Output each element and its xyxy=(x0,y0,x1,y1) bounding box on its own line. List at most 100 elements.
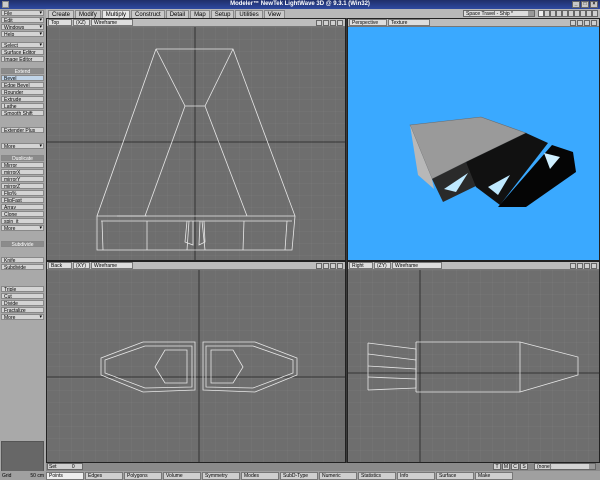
move-icon[interactable] xyxy=(570,20,576,26)
maximize-view-icon[interactable] xyxy=(337,263,343,269)
maximize-view-icon[interactable] xyxy=(591,20,597,26)
layer-button-10[interactable] xyxy=(592,10,598,17)
more-menu-subdivide[interactable]: More xyxy=(1,314,44,320)
divide-button[interactable]: Divide xyxy=(1,300,44,306)
statistics-button[interactable]: Statistics xyxy=(358,471,396,480)
tab-multiply[interactable]: Multiply xyxy=(101,9,131,18)
flip-percent-button[interactable]: Flip% xyxy=(1,190,44,196)
scene-select[interactable]: Space Travel - Ship * xyxy=(463,10,535,17)
knife-button[interactable]: Knife xyxy=(1,257,44,263)
maximize-view-icon[interactable] xyxy=(591,263,597,269)
bevel-button[interactable]: Bevel xyxy=(1,75,44,81)
rotate-icon[interactable] xyxy=(577,20,583,26)
viewport-back[interactable]: Back (XY) Wireframe xyxy=(46,261,346,463)
tab-modify[interactable]: Modify xyxy=(75,9,101,18)
points-mode-button[interactable]: Points xyxy=(46,471,84,480)
clone-button[interactable]: Clone xyxy=(1,211,44,217)
vmap-t-button[interactable]: T xyxy=(493,463,501,470)
edge-bevel-button[interactable]: Edge Bevel xyxy=(1,82,44,88)
view-select[interactable]: Top xyxy=(48,19,72,26)
edges-mode-button[interactable]: Edges xyxy=(85,471,123,480)
view-select[interactable]: Perspective xyxy=(349,19,387,26)
fractalize-button[interactable]: Fractalize xyxy=(1,307,44,313)
triple-button[interactable]: Triple xyxy=(1,286,44,292)
image-editor-button[interactable]: Image Editor xyxy=(1,56,44,62)
volume-button[interactable]: Volume xyxy=(163,471,201,480)
maximize-icon[interactable]: □ xyxy=(581,1,589,8)
tab-construct[interactable]: Construct xyxy=(131,9,165,18)
viewport-right[interactable]: Right (ZY) Wireframe xyxy=(347,261,600,463)
tab-utilities[interactable]: Utilities xyxy=(235,9,263,18)
left-toolbar: File Edit Windows Help Select Surface Ed… xyxy=(0,9,46,476)
spin-it-button[interactable]: spin_it xyxy=(1,218,44,224)
surface-editor-button[interactable]: Surface Editor xyxy=(1,49,44,55)
vmap-m-button[interactable]: M xyxy=(502,463,510,470)
view-select[interactable]: Back xyxy=(48,262,72,269)
render-mode-select[interactable]: Texture xyxy=(388,19,430,26)
viewport-controls xyxy=(570,263,597,269)
axes-label: (XZ) xyxy=(73,19,90,26)
vmap-c-button[interactable]: C xyxy=(511,463,519,470)
rotate-icon[interactable] xyxy=(323,20,329,26)
viewport-perspective[interactable]: Perspective Texture xyxy=(347,18,600,261)
tab-view[interactable]: View xyxy=(263,9,285,18)
render-mode-select[interactable]: Wireframe xyxy=(91,262,133,269)
maximize-view-icon[interactable] xyxy=(337,20,343,26)
more-menu-extend[interactable]: More xyxy=(1,143,44,149)
set-value: 0 xyxy=(71,464,75,470)
rounder-button[interactable]: Rounder xyxy=(1,89,44,95)
lathe-button[interactable]: Lathe xyxy=(1,103,44,109)
vmap-select[interactable]: (none) xyxy=(534,463,596,470)
zoom-icon[interactable] xyxy=(330,263,336,269)
rotate-icon[interactable] xyxy=(577,263,583,269)
minimize-icon[interactable]: _ xyxy=(572,1,580,8)
subd-type-button[interactable]: SubD-Type xyxy=(280,471,318,480)
tab-create[interactable]: Create xyxy=(48,9,75,18)
info-button[interactable]: Info xyxy=(397,471,435,480)
mirrorz-button[interactable]: mirrorZ xyxy=(1,183,44,189)
edit-menu[interactable]: Edit xyxy=(1,17,44,23)
chevron-down-icon xyxy=(589,464,595,469)
view-select[interactable]: Right xyxy=(349,262,373,269)
surface-button[interactable]: Surface xyxy=(436,471,474,480)
viewport-controls xyxy=(316,263,343,269)
render-mode-select[interactable]: Wireframe xyxy=(392,262,442,269)
set-field[interactable]: Set 0 xyxy=(47,463,83,470)
symmetry-button[interactable]: Symmetry xyxy=(202,471,240,480)
subdivide-button[interactable]: Subdivide xyxy=(1,264,44,270)
zoom-icon[interactable] xyxy=(330,20,336,26)
subdivide-header: Subdivide xyxy=(1,241,44,247)
mirrorx-button[interactable]: mirrorX xyxy=(1,169,44,175)
modes-button[interactable]: Modes xyxy=(241,471,279,480)
zoom-icon[interactable] xyxy=(584,20,590,26)
select-menu[interactable]: Select xyxy=(1,42,44,48)
tab-detail[interactable]: Detail xyxy=(165,9,190,18)
grid-label: Grid xyxy=(2,472,12,479)
file-menu[interactable]: File xyxy=(1,10,44,16)
rotate-icon[interactable] xyxy=(323,263,329,269)
flipfast-button[interactable]: FlipFast xyxy=(1,197,44,203)
smooth-shift-button[interactable]: Smooth Shift xyxy=(1,110,44,116)
more-menu-duplicate[interactable]: More xyxy=(1,225,44,231)
windows-menu[interactable]: Windows xyxy=(1,24,44,30)
cut-button[interactable]: Cut xyxy=(1,293,44,299)
make-button[interactable]: Make xyxy=(475,471,513,480)
mirrory-button[interactable]: mirrorY xyxy=(1,176,44,182)
extender-plus-button[interactable]: Extender Plus xyxy=(1,127,44,133)
tab-map[interactable]: Map xyxy=(190,9,210,18)
help-menu[interactable]: Help xyxy=(1,31,44,37)
mirror-button[interactable]: Mirror xyxy=(1,162,44,168)
tab-setup[interactable]: Setup xyxy=(210,9,235,18)
close-icon[interactable]: × xyxy=(590,1,598,8)
move-icon[interactable] xyxy=(316,263,322,269)
polygons-mode-button[interactable]: Polygons xyxy=(124,471,162,480)
move-icon[interactable] xyxy=(316,20,322,26)
zoom-icon[interactable] xyxy=(584,263,590,269)
extrude-button[interactable]: Extrude xyxy=(1,96,44,102)
viewport-top[interactable]: Top (XZ) Wireframe xyxy=(46,18,346,261)
array-button[interactable]: Array xyxy=(1,204,44,210)
numeric-button[interactable]: Numeric xyxy=(319,471,357,480)
render-mode-select[interactable]: Wireframe xyxy=(91,19,133,26)
vmap-s-button[interactable]: S xyxy=(520,463,528,470)
move-icon[interactable] xyxy=(570,263,576,269)
